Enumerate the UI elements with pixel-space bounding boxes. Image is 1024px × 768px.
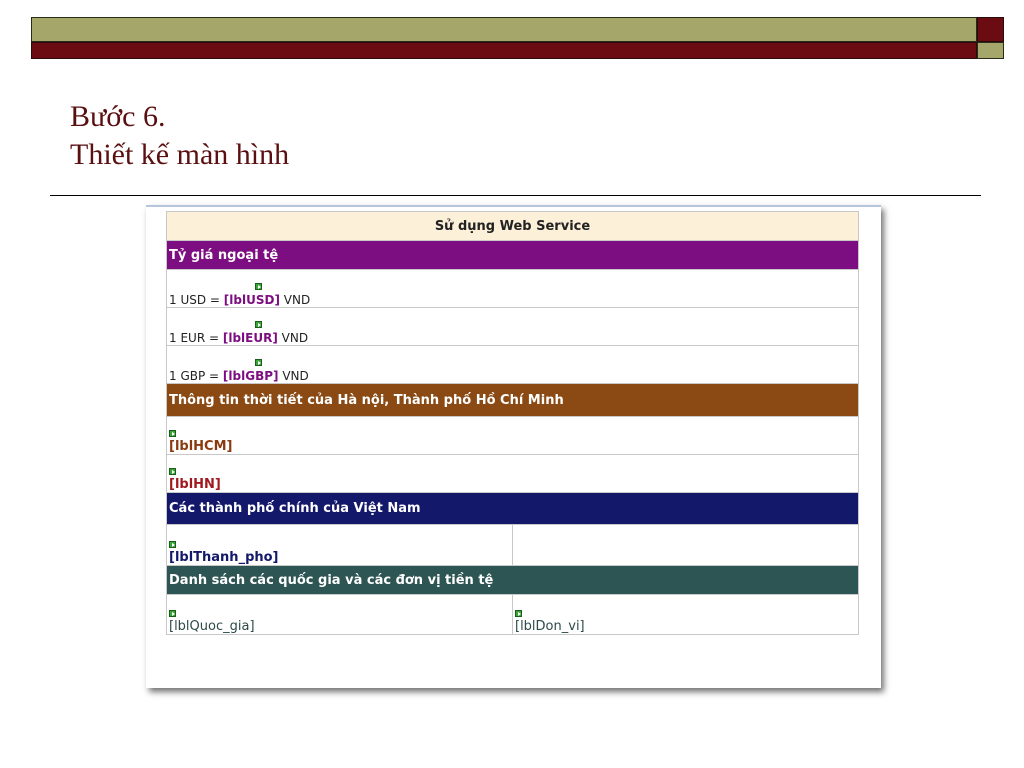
rate-row-gbp: 1 GBP = [lblGBP] VND [166, 345, 859, 384]
server-control-marker-icon [169, 468, 176, 475]
rate-line: 1 USD = [lblUSD] VND [169, 283, 311, 307]
weather-row-hcm: [lblHCM] [166, 416, 859, 455]
top-decor-bar-dark [31, 42, 977, 59]
weather-row-hn: [lblHN] [166, 454, 859, 493]
rate-suffix: VND [281, 331, 309, 345]
country-cell: [lblQuoc_gia] [166, 594, 513, 635]
slide-title-step: Bước 6. [70, 100, 166, 133]
weather-section-title: Thông tin thời tiết của Hà nội, Thành ph… [166, 383, 859, 417]
designer-screenshot: Sử dụng Web Service Tỷ giá ngoại tệ 1 US… [146, 205, 881, 688]
rate-row-eur: 1 EUR = [lblEUR] VND [166, 307, 859, 346]
rate-prefix: 1 GBP = [169, 369, 220, 383]
rate-line: 1 EUR = [lblEUR] VND [169, 321, 309, 345]
server-control-marker-icon [169, 541, 176, 548]
rate-row-usd: 1 USD = [lblUSD] VND [166, 269, 859, 308]
server-control-marker-icon [515, 610, 522, 617]
server-control-marker-icon [255, 283, 262, 290]
rate-line: 1 GBP = [lblGBP] VND [169, 359, 309, 383]
label-gbp[interactable]: [lblGBP] [223, 369, 279, 383]
label-hcm[interactable]: [lblHCM] [169, 439, 232, 454]
empty-cell [512, 524, 859, 566]
label-thanh-pho[interactable]: [lblThanh_pho] [169, 550, 279, 565]
server-control-marker-icon [255, 359, 262, 366]
label-eur[interactable]: [lblEUR] [223, 331, 278, 345]
label-hn[interactable]: [lblHN] [169, 477, 221, 492]
rate-suffix: VND [283, 293, 311, 307]
corner-decor-square [977, 17, 1004, 42]
server-control-marker-icon [169, 430, 176, 437]
corner-decor-square-light [977, 42, 1004, 59]
slide-title-subtitle: Thiết kế màn hình [70, 138, 290, 171]
page-header: Sử dụng Web Service [166, 211, 859, 241]
cities-section-title: Các thành phố chính của Việt Nam [166, 492, 859, 525]
rate-prefix: 1 USD = [169, 293, 220, 307]
city-cell: [lblThanh_pho] [166, 524, 513, 566]
slide-title: Bước 6. Thiết kế màn hình [70, 98, 289, 174]
server-control-marker-icon [255, 321, 262, 328]
label-don-vi[interactable]: [lblDon_vi] [515, 619, 585, 634]
rate-suffix: VND [282, 369, 309, 383]
title-divider [50, 195, 981, 196]
exchange-section-title: Tỷ giá ngoại tệ [166, 240, 859, 270]
layout-table: Sử dụng Web Service Tỷ giá ngoại tệ 1 US… [166, 211, 859, 635]
label-usd[interactable]: [lblUSD] [224, 293, 280, 307]
top-decor-bar [31, 17, 977, 42]
server-control-marker-icon [169, 610, 176, 617]
rate-prefix: 1 EUR = [169, 331, 220, 345]
countries-section-title: Danh sách các quốc gia và các đơn vị tiề… [166, 565, 859, 595]
label-quoc-gia[interactable]: [lblQuoc_gia] [169, 619, 255, 634]
currency-cell: [lblDon_vi] [512, 594, 859, 635]
